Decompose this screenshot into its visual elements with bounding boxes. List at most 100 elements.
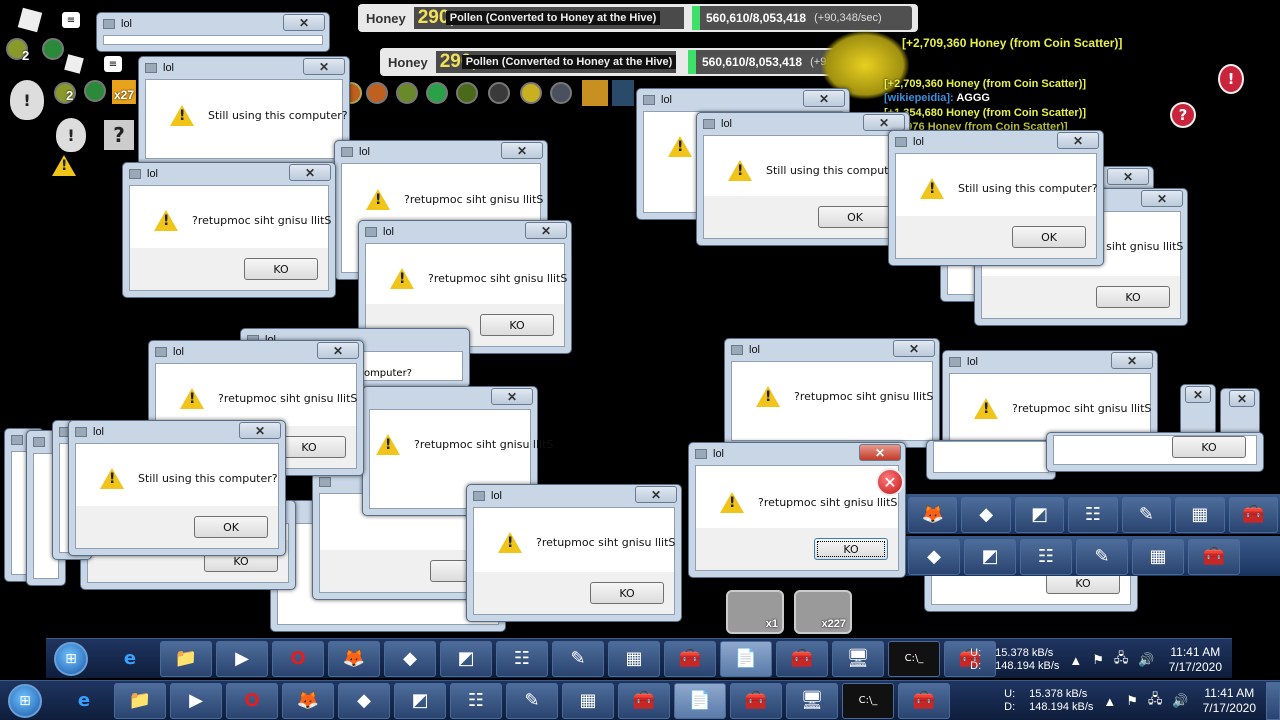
inventory-slot-cube[interactable]: x1 (726, 590, 784, 634)
taskbar-roblox-studio[interactable]: ◩ (964, 538, 1016, 575)
ok-button[interactable]: OK (818, 206, 892, 228)
start-button-ghost[interactable]: ⊞ (54, 641, 88, 676)
roblox-menu-icon-2[interactable] (64, 54, 84, 74)
taskbar-toolbox[interactable]: 🧰 (1228, 496, 1278, 533)
dialog-window[interactable] (926, 440, 1056, 480)
close-button[interactable]: ✕ (501, 142, 543, 159)
close-button[interactable]: ✕ (317, 342, 359, 359)
taskbar-roblox-studio[interactable]: ◩ (1014, 496, 1065, 533)
taskbar-control-panel[interactable]: ☷ (1068, 496, 1118, 533)
roblox-menu-icon[interactable] (17, 7, 43, 33)
start-button[interactable]: ⊞ (8, 683, 42, 718)
taskbar-batch-file[interactable]: 📄 (720, 640, 772, 677)
taskbar-batch-file[interactable]: 📄 (674, 682, 726, 719)
action-center-icon[interactable]: ⚑ (1126, 693, 1138, 709)
clock[interactable]: 11:41 AM 7/17/2020 (1203, 686, 1256, 716)
close-button[interactable]: ✕ (283, 14, 325, 31)
dialog-window[interactable]: lol ✕ Still using this computer? OK (68, 420, 286, 556)
close-button[interactable]: ✕ (1107, 168, 1149, 185)
chat-username[interactable]: [wikiepeidia]: (884, 92, 954, 104)
ko-button[interactable]: KO (590, 582, 664, 604)
close-button[interactable]: ✕ (491, 388, 533, 405)
ko-button[interactable]: KO (1096, 286, 1170, 308)
taskbar-toolbox-1[interactable]: 🧰 (618, 682, 670, 719)
close-button[interactable]: ✕ (1229, 390, 1255, 407)
taskbar-control-panel[interactable]: ☷ (496, 640, 548, 677)
taskbar-calculator[interactable]: ▦ (562, 682, 614, 719)
ko-button[interactable]: KO (244, 258, 318, 280)
dialog-window-active[interactable]: lol ✕ ?retupmoc siht gnisu llitS KO (688, 442, 906, 578)
close-button[interactable]: ✕ (803, 90, 845, 107)
taskbar-paint[interactable]: ✎ (506, 682, 558, 719)
taskbar-toolbox-3[interactable]: 🧰 (898, 682, 950, 719)
ko-button[interactable]: KO (814, 538, 888, 560)
taskbar-internet-explorer[interactable]: e (104, 641, 156, 677)
taskbar-command-prompt[interactable]: C:\_ (888, 640, 940, 677)
taskbar-roblox-studio[interactable]: ◩ (440, 640, 492, 677)
taskbar-remote-desktop[interactable]: 🖥 (832, 640, 884, 677)
help-button[interactable]: ? (1170, 102, 1196, 128)
close-button[interactable]: ✕ (289, 164, 331, 181)
taskbar-toolbox-1[interactable]: 🧰 (664, 640, 716, 677)
dialog-window[interactable]: lol ✕ Still using this computer? OK (696, 112, 910, 246)
close-button[interactable]: ✕ (303, 58, 345, 75)
taskbar-control-panel[interactable]: ☷ (450, 682, 502, 719)
taskbar-opera[interactable]: O (226, 682, 278, 719)
show-desktop-button[interactable] (1266, 682, 1280, 720)
taskbar-file-explorer[interactable]: 📁 (114, 682, 166, 719)
close-button[interactable]: ✕ (1185, 386, 1211, 403)
taskbar-paint[interactable]: ✎ (552, 640, 604, 677)
ok-button[interactable]: OK (194, 516, 268, 538)
ko-button[interactable]: KO (1172, 436, 1246, 458)
taskbar-control-panel[interactable]: ☷ (1020, 538, 1072, 575)
taskbar-command-prompt[interactable]: C:\_ (842, 682, 894, 719)
ko-button[interactable]: KO (480, 314, 554, 336)
dialog-window[interactable]: KO (1046, 432, 1264, 472)
network-icon[interactable]: 🖧 (1114, 649, 1129, 671)
taskbar-paint[interactable]: ✎ (1121, 496, 1172, 533)
taskbar-calculator[interactable]: ▦ (1175, 496, 1225, 533)
close-button[interactable]: ✕ (863, 114, 905, 131)
dialog-window[interactable]: lol ✕ Still using this computer? (138, 56, 350, 166)
taskbar-paint[interactable]: ✎ (1076, 538, 1128, 575)
taskbar-opera[interactable]: O (272, 640, 324, 677)
taskbar-calculator[interactable]: ▦ (1132, 538, 1184, 575)
dialog-window[interactable]: lol ✕ Still using this computer? OK (888, 130, 1104, 266)
close-button[interactable]: ✕ (1141, 190, 1183, 207)
action-center-icon[interactable]: ⚑ (1092, 652, 1104, 668)
tray-expand-icon[interactable]: ▲ (1103, 694, 1116, 709)
dialog-window[interactable]: lol ✕ ?retupmoc siht gnisu llitS (724, 338, 940, 448)
taskbar-toolbox-2[interactable]: 🧰 (776, 640, 828, 677)
taskbar-toolbox-2[interactable]: 🧰 (730, 682, 782, 719)
taskbar-calculator[interactable]: ▦ (608, 640, 660, 677)
tray-expand-icon[interactable]: ▲ (1069, 653, 1082, 668)
chat-icon-2[interactable]: ≡ (104, 56, 122, 72)
taskbar-roblox[interactable]: ◆ (908, 538, 960, 575)
close-button[interactable]: ✕ (525, 222, 567, 239)
volume-icon[interactable]: 🔊 (1172, 693, 1188, 709)
taskbar-roblox[interactable]: ◆ (338, 682, 390, 719)
taskbar-toolbox[interactable]: 🧰 (1188, 538, 1240, 575)
alert-button[interactable]: ! (1218, 64, 1244, 94)
close-button[interactable]: ✕ (635, 486, 677, 503)
taskbar-file-explorer[interactable]: 📁 (160, 640, 212, 677)
close-button[interactable]: ✕ (859, 444, 901, 461)
dialog-window[interactable]: lol ✕ (96, 12, 330, 52)
taskbar-firefox[interactable]: 🦊 (908, 496, 958, 533)
close-button[interactable]: ✕ (893, 340, 935, 357)
taskbar-media-player[interactable]: ▶ (170, 682, 222, 719)
taskbar-roblox-studio[interactable]: ◩ (394, 682, 446, 719)
ok-button[interactable]: OK (1012, 226, 1086, 248)
dialog-window[interactable]: lol ✕ ?retupmoc siht gnisu llitS KO (466, 484, 682, 622)
taskbar-firefox[interactable]: 🦊 (282, 682, 334, 719)
close-button[interactable]: ✕ (1057, 132, 1099, 149)
taskbar-internet-explorer[interactable]: e (58, 683, 110, 719)
dialog-window[interactable]: lol ✕ ?retupmoc siht gnisu llitS KO (122, 162, 336, 298)
taskbar-remote-desktop[interactable]: 🖥 (786, 682, 838, 719)
taskbar-media-player[interactable]: ▶ (216, 640, 268, 677)
taskbar-roblox[interactable]: ◆ (961, 496, 1011, 533)
taskbar-firefox[interactable]: 🦊 (328, 640, 380, 677)
volume-icon[interactable]: 🔊 (1138, 652, 1154, 668)
network-icon[interactable]: 🖧 (1148, 690, 1163, 712)
chat-icon[interactable]: ≡ (62, 12, 80, 28)
